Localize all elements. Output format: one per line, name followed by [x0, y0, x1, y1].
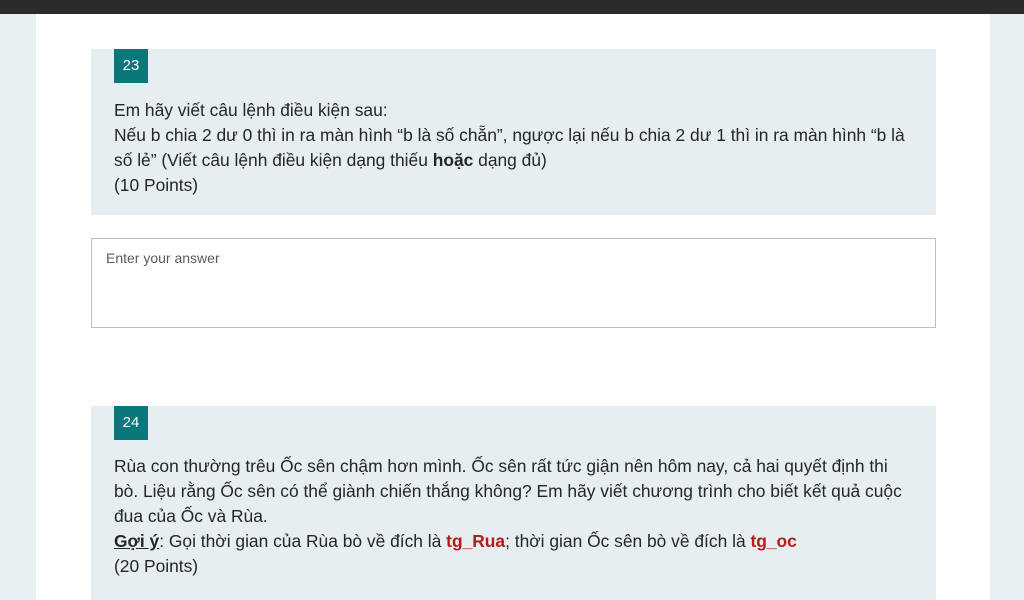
- question-hint: Gợi ý: Gọi thời gian của Rùa bò về đích …: [114, 529, 914, 554]
- answer-input[interactable]: [92, 239, 935, 327]
- question-text-part: dạng đủ): [473, 150, 547, 170]
- question-line: Nếu b chia 2 dư 0 thì in ra màn hình “b …: [114, 123, 914, 173]
- question-24: 24 Rùa con thường trêu Ốc sên chậm hơn m…: [91, 406, 936, 600]
- question-bold-word: hoặc: [432, 150, 474, 170]
- question-points: (10 Points): [114, 175, 199, 195]
- question-points: (20 Points): [114, 556, 199, 576]
- question-number-badge: 24: [114, 406, 148, 440]
- hint-text: : Gọi thời gian của Rùa bò về đích là: [159, 531, 447, 551]
- form-page: 23 Em hãy viết câu lệnh điều kiện sau: N…: [36, 14, 990, 600]
- browser-top-bar: [0, 0, 1024, 14]
- question-number-badge: 23: [114, 49, 148, 83]
- hint-label: Gợi ý: [114, 531, 160, 551]
- question-line: Em hãy viết câu lệnh điều kiện sau:: [114, 100, 388, 120]
- question-text: Rùa con thường trêu Ốc sên chậm hơn mình…: [114, 454, 914, 579]
- question-text: Em hãy viết câu lệnh điều kiện sau: Nếu …: [114, 98, 914, 198]
- variable-tg-rua: tg_Rua: [446, 531, 506, 551]
- hint-text: ; thời gian Ốc sên bò về đích là: [505, 531, 751, 551]
- question-23: 23 Em hãy viết câu lệnh điều kiện sau: N…: [91, 49, 936, 215]
- answer-textbox[interactable]: Enter your answer: [91, 238, 936, 328]
- question-line: Rùa con thường trêu Ốc sên chậm hơn mình…: [114, 456, 902, 526]
- variable-tg-oc: tg_oc: [750, 531, 797, 551]
